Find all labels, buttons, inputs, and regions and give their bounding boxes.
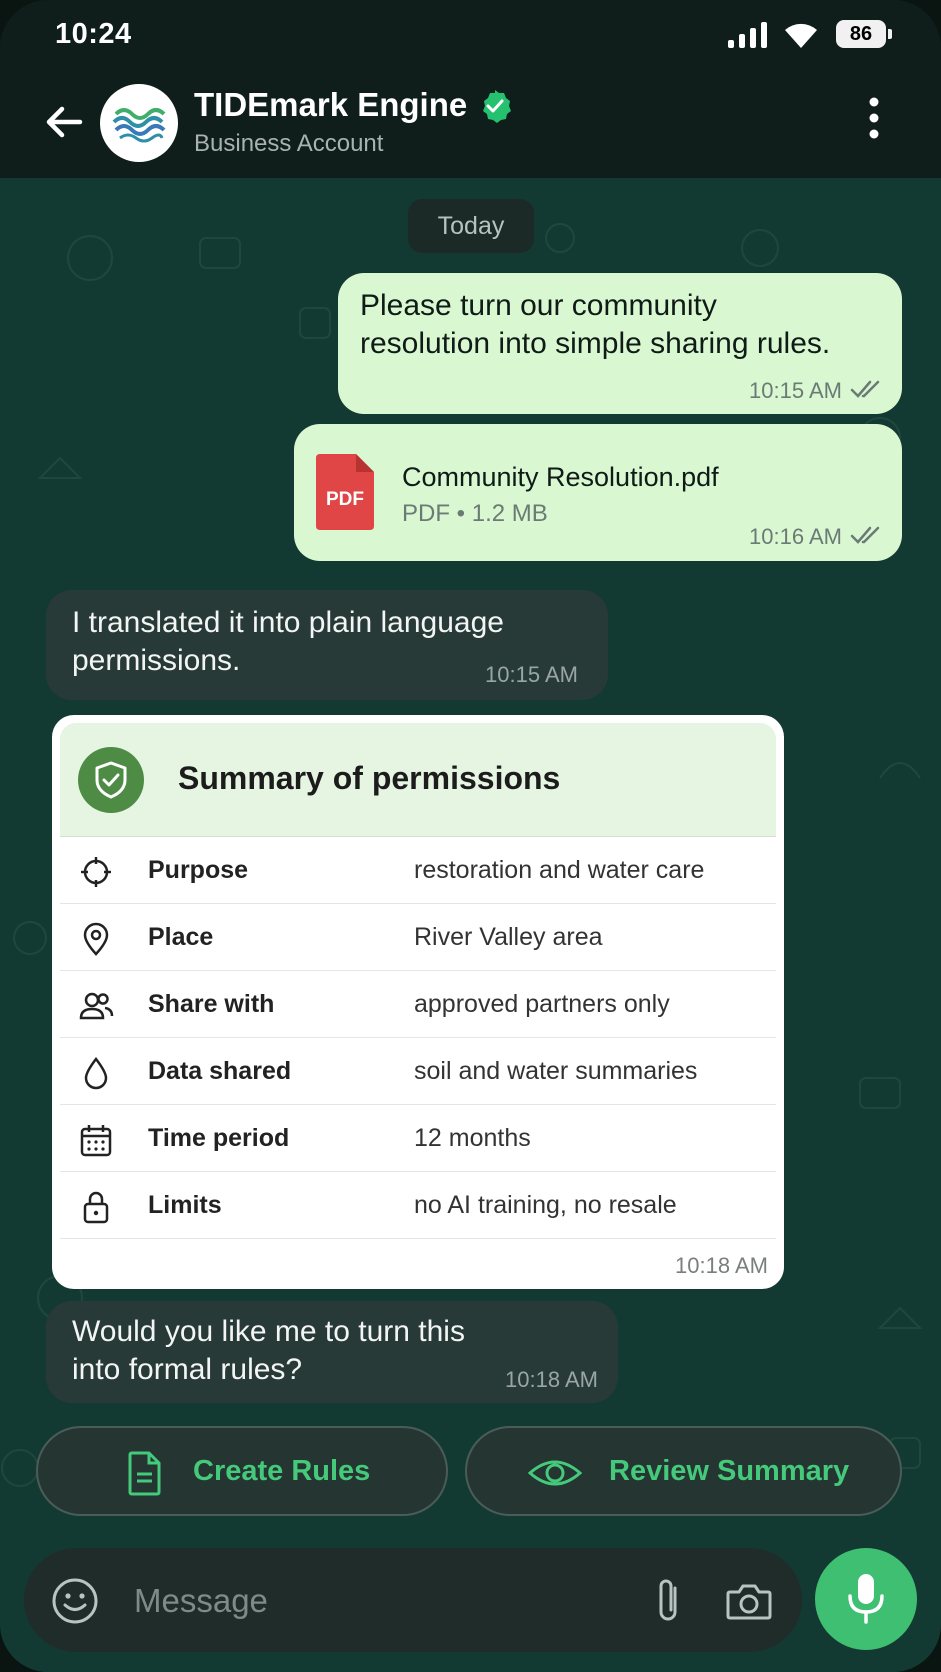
wave-logo-icon — [112, 108, 166, 143]
create-rules-label: Create Rules — [193, 1455, 371, 1487]
row-value: soil and water summaries — [414, 1057, 698, 1085]
incoming-message[interactable]: I translated it into plain language perm… — [46, 590, 608, 700]
file-message[interactable]: PDF Community Resolution.pdf PDF • 1.2 M… — [294, 424, 902, 561]
permission-row: Limits no AI training, no resale — [60, 1173, 776, 1239]
message-text-line: permissions. — [72, 644, 241, 677]
lock-icon — [83, 1191, 109, 1224]
message-time: 10:15 AM — [485, 662, 578, 687]
signal-icon — [728, 22, 767, 48]
permission-row: Purpose restoration and water care — [60, 838, 776, 904]
file-name: Community Resolution.pdf — [402, 462, 719, 492]
message-text-line: into formal rules? — [72, 1353, 303, 1386]
message-time: 10:18 AM — [505, 1367, 598, 1392]
message-time: 10:18 AM — [675, 1253, 768, 1278]
date-chip: Today — [408, 199, 534, 253]
create-rules-button[interactable]: Create Rules — [36, 1426, 448, 1516]
microphone-icon — [848, 1574, 884, 1624]
status-bar: 10:24 86 — [0, 0, 941, 72]
permission-row: Data shared soil and water summaries — [60, 1039, 776, 1105]
battery-icon: 86 — [836, 20, 892, 48]
people-icon — [79, 992, 114, 1020]
permissions-card[interactable]: Summary of permissions Purpose restorati… — [52, 715, 784, 1289]
card-title: Summary of permissions — [178, 760, 561, 796]
water-drop-icon — [84, 1056, 108, 1090]
emoji-icon[interactable] — [50, 1576, 100, 1626]
back-arrow-icon[interactable] — [40, 98, 88, 146]
message-input[interactable]: Message — [134, 1582, 268, 1620]
row-value: 12 months — [414, 1124, 531, 1152]
document-icon — [128, 1451, 161, 1496]
message-time: 10:15 AM — [749, 378, 842, 403]
row-value: River Valley area — [414, 923, 603, 951]
chat-header: TIDEmark Engine Business Account — [0, 72, 941, 178]
contact-name[interactable]: TIDEmark Engine — [194, 86, 467, 124]
camera-icon[interactable] — [724, 1576, 774, 1626]
phone-screen: 10:24 86 TIDEmark Engine Business Accoun… — [0, 0, 941, 1672]
eye-icon — [527, 1460, 583, 1486]
permission-row: Time period 12 months — [60, 1106, 776, 1172]
pdf-icon-label: PDF — [326, 489, 364, 510]
verified-badge-icon — [483, 90, 511, 123]
message-text-line: Please turn our community — [360, 289, 717, 322]
row-value: restoration and water care — [414, 856, 705, 884]
permission-row: Place River Valley area — [60, 905, 776, 971]
message-text-line: Would you like me to turn this — [72, 1315, 465, 1348]
read-ticks-icon — [850, 380, 880, 398]
row-value: approved partners only — [414, 990, 670, 1018]
message-text-line: resolution into simple sharing rules. — [360, 327, 831, 360]
incoming-message[interactable]: Would you like me to turn this into form… — [46, 1301, 618, 1403]
calendar-icon — [80, 1125, 112, 1157]
message-composer: Message — [24, 1548, 802, 1652]
row-label: Place — [148, 923, 214, 951]
review-summary-button[interactable]: Review Summary — [465, 1426, 902, 1516]
row-label: Purpose — [148, 856, 249, 884]
status-time: 10:24 — [55, 18, 132, 50]
message-text-line: I translated it into plain language — [72, 606, 504, 639]
avatar[interactable] — [100, 84, 178, 162]
outgoing-message[interactable]: Please turn our community resolution int… — [338, 273, 902, 414]
row-label: Share with — [148, 990, 275, 1018]
permission-row: Share with approved partners only — [60, 972, 776, 1038]
shield-badge — [78, 747, 144, 813]
pdf-file-icon: PDF — [316, 454, 374, 530]
card-header: Summary of permissions — [60, 723, 776, 837]
row-label: Data shared — [148, 1057, 292, 1085]
row-label: Limits — [148, 1191, 222, 1219]
more-options-icon[interactable] — [862, 94, 886, 142]
attachment-clip-icon[interactable] — [648, 1574, 688, 1628]
contact-subtitle: Business Account — [194, 130, 384, 157]
file-info: PDF • 1.2 MB — [402, 500, 548, 527]
read-ticks-icon — [850, 526, 880, 544]
review-summary-label: Review Summary — [609, 1455, 850, 1487]
location-pin-icon — [83, 922, 109, 956]
row-label: Time period — [148, 1124, 290, 1152]
target-icon — [81, 857, 111, 887]
shield-check-icon — [95, 761, 127, 799]
message-time: 10:16 AM — [749, 524, 842, 549]
microphone-button[interactable] — [815, 1548, 917, 1650]
wifi-icon — [785, 23, 817, 48]
row-value: no AI training, no resale — [414, 1191, 677, 1219]
